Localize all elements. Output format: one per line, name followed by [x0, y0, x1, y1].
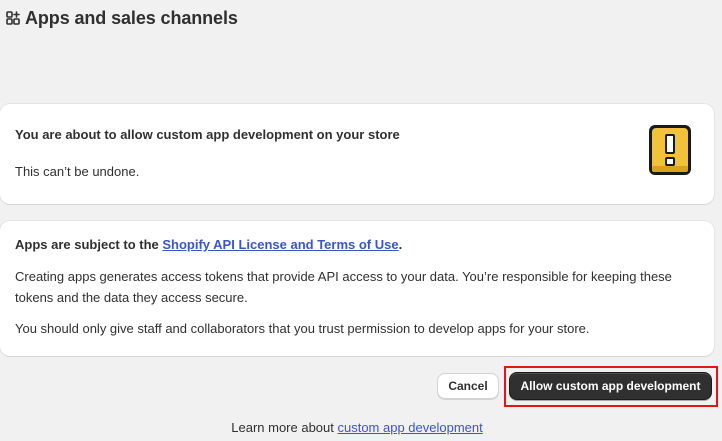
page-header: Apps and sales channels	[6, 6, 238, 30]
learn-more-footer: Learn more about custom app development	[0, 420, 714, 435]
terms-heading-prefix: Apps are subject to the	[15, 237, 163, 252]
terms-heading: Apps are subject to the Shopify API Lice…	[15, 237, 402, 252]
terms-card: Apps are subject to the Shopify API Lice…	[0, 221, 714, 356]
warning-card: You are about to allow custom app develo…	[0, 104, 714, 204]
custom-app-development-link[interactable]: custom app development	[337, 420, 482, 435]
terms-heading-suffix: .	[398, 237, 403, 252]
cancel-button[interactable]: Cancel	[437, 373, 499, 399]
page-title: Apps and sales channels	[25, 7, 238, 28]
apps-icon	[6, 11, 20, 25]
api-license-link[interactable]: Shopify API License and Terms of Use	[162, 237, 398, 252]
warning-title: You are about to allow custom app develo…	[15, 127, 400, 142]
allow-custom-app-development-button[interactable]: Allow custom app development	[509, 372, 712, 400]
warning-subtitle: This can’t be undone.	[15, 164, 140, 179]
permission-paragraph: You should only give staff and collabora…	[15, 321, 590, 336]
exclamation-icon	[646, 122, 694, 178]
footer-prefix: Learn more about	[231, 420, 338, 435]
access-token-paragraph: Creating apps generates access tokens th…	[15, 269, 672, 305]
